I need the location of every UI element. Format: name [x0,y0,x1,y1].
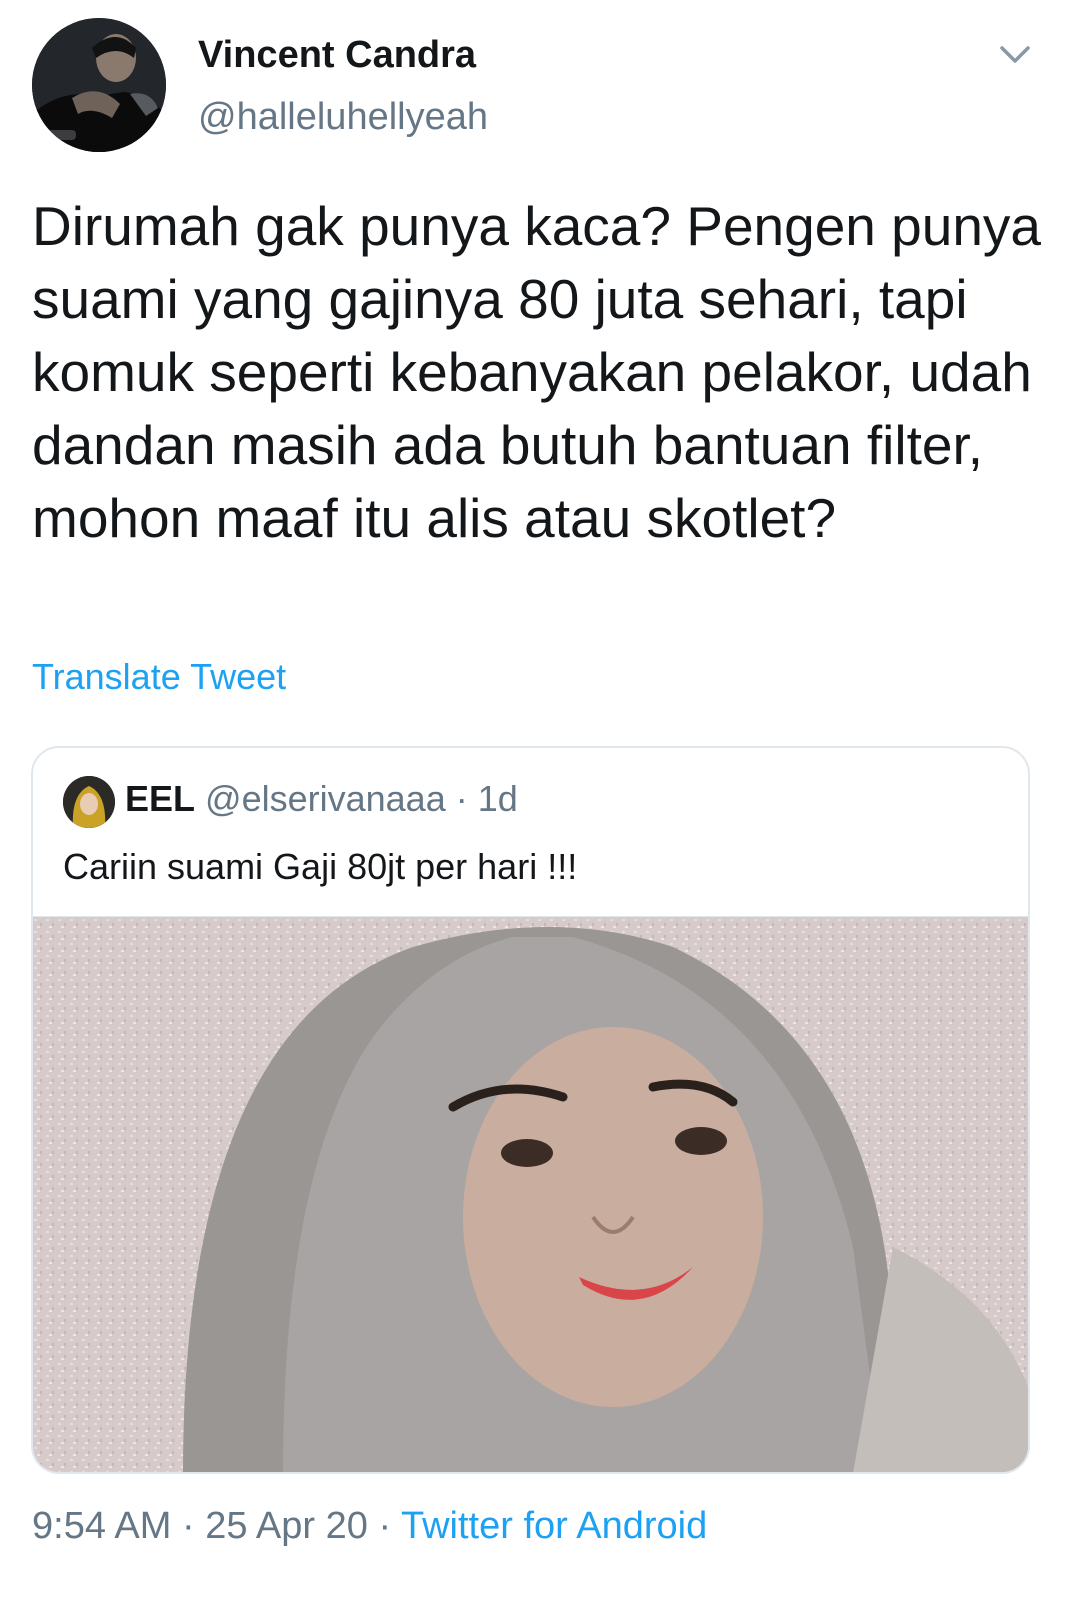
quoted-age: 1d [477,778,518,819]
tweet-text: Dirumah gak punya kaca? Pengen punya sua… [32,195,1042,549]
footer-separator: · [181,1505,195,1547]
footer-separator: · [378,1505,392,1547]
profile-photo-icon [63,776,115,828]
tweet-menu-button[interactable] [998,42,1032,68]
author-display-name[interactable]: Vincent Candra [198,34,476,77]
tweet-time: 9:54 AM [32,1505,172,1547]
chevron-down-icon [1000,46,1030,63]
quoted-separator: · [455,778,468,819]
tweet-source-link[interactable]: Twitter for Android [401,1505,707,1547]
author-avatar[interactable] [32,18,166,152]
profile-photo-icon [32,18,166,152]
quoted-tweet[interactable]: EEL @elserivanaaa · 1d Cariin suami Gaji… [31,746,1030,1474]
tweet-date: 25 Apr 20 [205,1505,368,1547]
translate-tweet-link[interactable]: Translate Tweet [32,656,286,698]
tweet-footer: 9:54 AM · 25 Apr 20 · Twitter for Androi… [32,1505,707,1548]
quoted-text: Cariin suami Gaji 80jt per hari !!! [63,846,578,887]
quoted-author-avatar[interactable] [63,776,115,828]
quoted-header: EEL @elserivanaaa · 1d [125,778,518,820]
quoted-handle[interactable]: @elserivanaaa [205,778,446,819]
quoted-display-name[interactable]: EEL [125,778,195,819]
quoted-media[interactable] [33,916,1028,1472]
photo-image-icon [33,917,1028,1472]
author-handle[interactable]: @halleluhellyeah [198,96,488,139]
